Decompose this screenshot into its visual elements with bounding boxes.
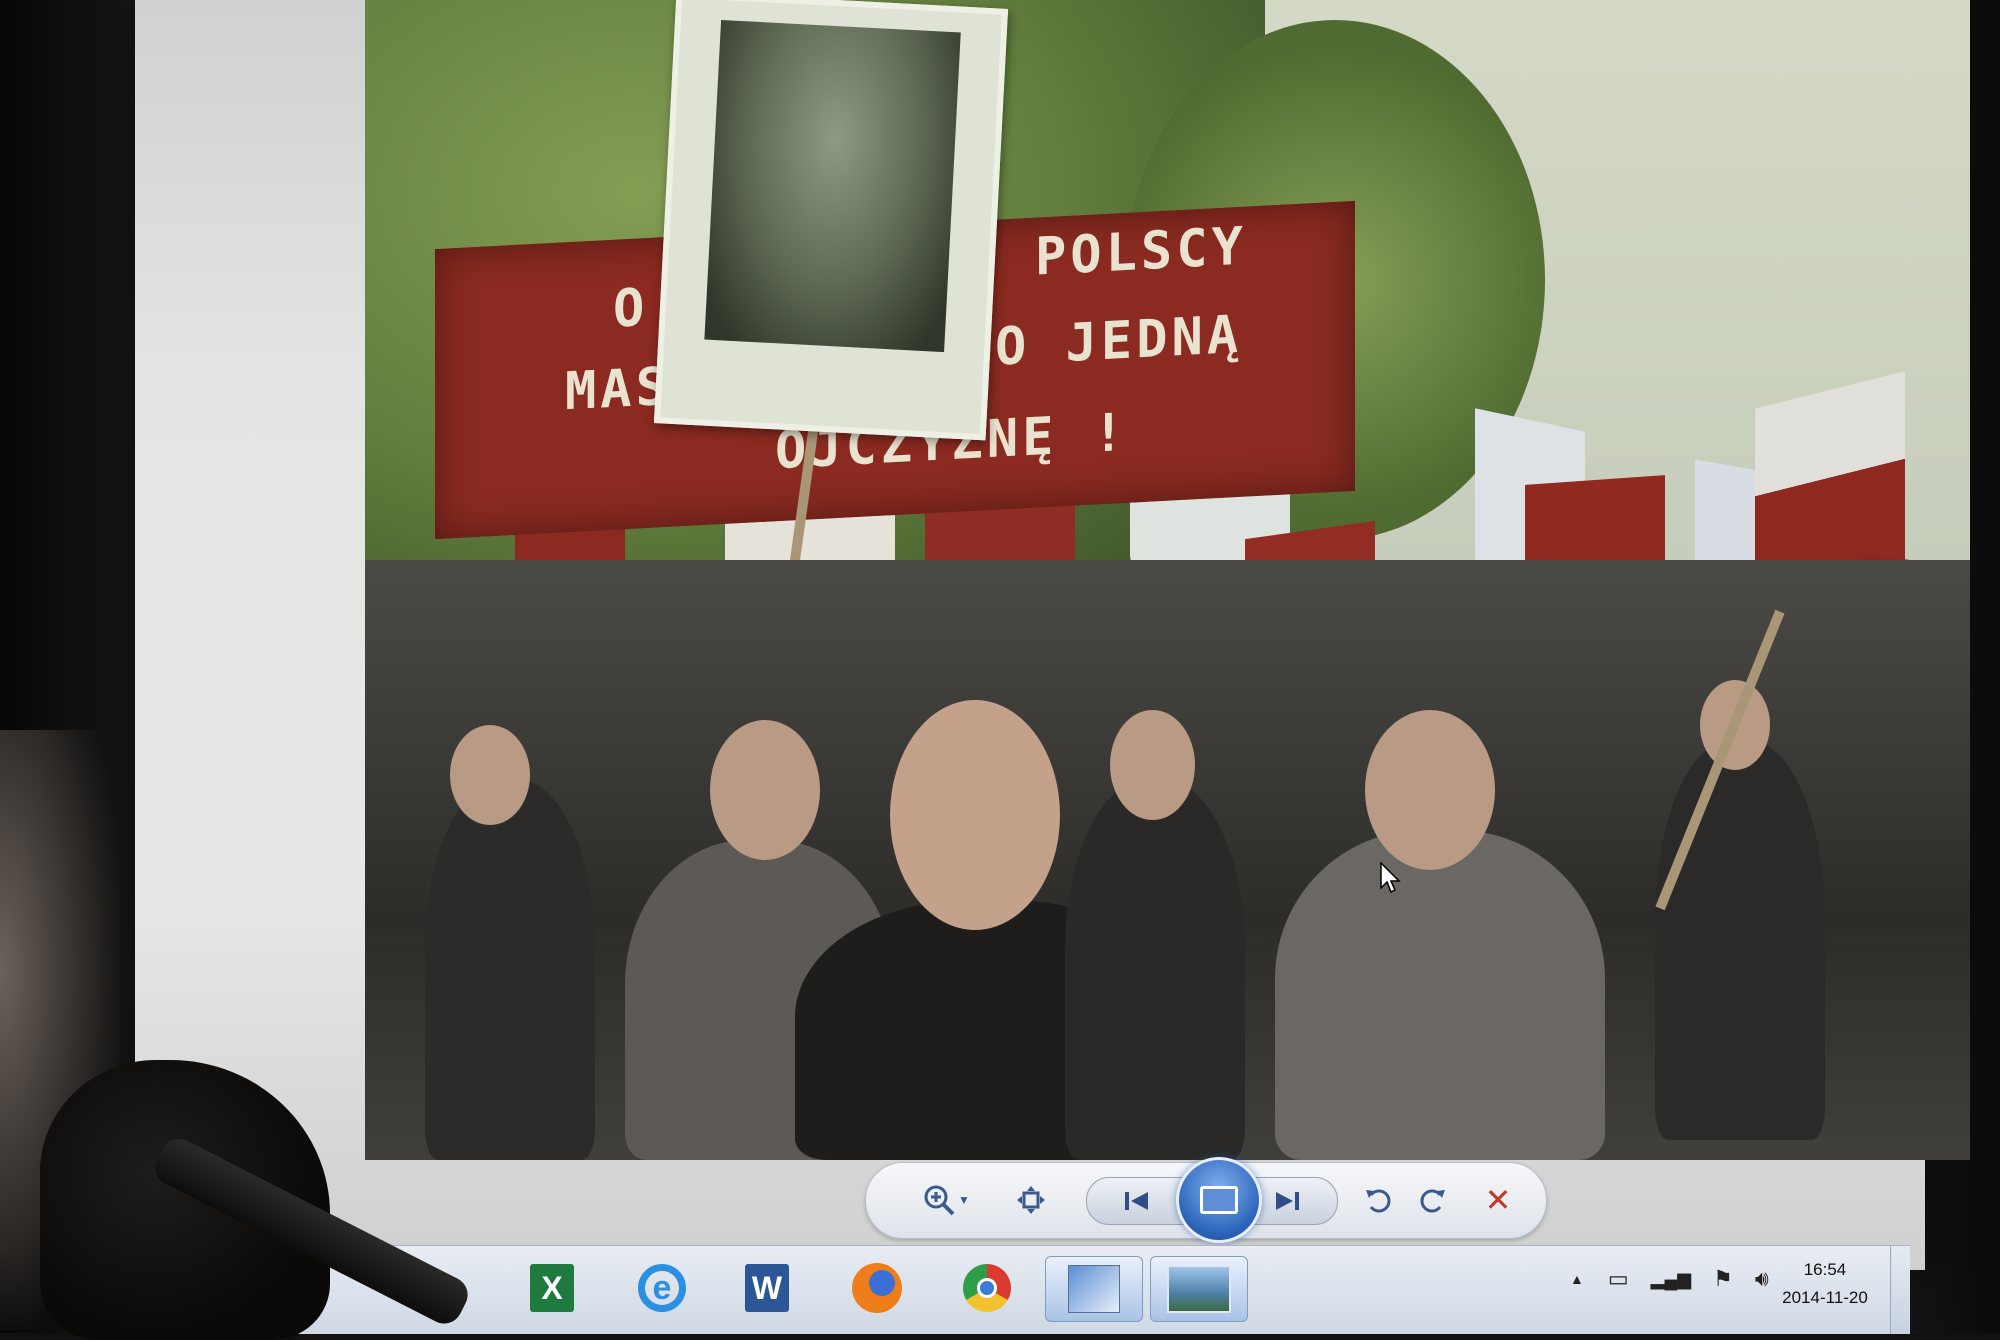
clock-time: 16:54 [1803,1260,1847,1279]
paint-icon [1068,1265,1120,1313]
banner-line2-right: O JEDNĄ [995,304,1243,378]
next-icon [1276,1192,1299,1210]
marcher-left [425,780,595,1160]
firefox-icon [852,1263,902,1313]
marcher-sunglasses-head [890,700,1060,930]
flag-icon[interactable]: ⚑ [1713,1266,1733,1292]
rotate-counterclockwise-icon [1366,1189,1391,1213]
internet-explorer-icon: e [638,1264,686,1312]
taskbar-firefox[interactable] [845,1256,909,1320]
actual-size-icon [1017,1186,1045,1214]
clock-date: 2014-11-20 [1782,1288,1868,1307]
delete-icon: ✕ [1484,1182,1512,1218]
previous-button[interactable] [1107,1180,1167,1222]
slideshow-button[interactable] [1176,1157,1262,1243]
taskbar-paint[interactable] [1045,1256,1143,1322]
taskbar-photo-viewer[interactable] [1150,1256,1248,1322]
banner-line1-right: POLSCY [1035,216,1247,288]
photo-viewer-toolbar: ▼ ✕ [865,1157,1547,1243]
marcher-flagbearer [1655,740,1825,1140]
rotate-clockwise-icon [1420,1189,1445,1213]
zoom-button[interactable]: ▼ [916,1179,976,1221]
photo-canvas: O POLSCY MASA O JEDNĄ OJCZYZNĘ ! [365,0,1970,1160]
portrait-face [704,19,961,353]
banner-line1-left: O [613,277,649,340]
actual-size-button[interactable] [1006,1179,1056,1221]
marcher-right-coat-head [1365,710,1495,870]
show-hidden-icons-icon[interactable]: ▲ [1570,1271,1584,1287]
slideshow-icon [1200,1186,1238,1214]
marcher-trenchcoat-head [710,720,820,860]
mouse-cursor-icon [1380,862,1401,894]
marcher-young [1065,780,1245,1160]
portrait-placard [653,0,1009,441]
excel-icon: X [530,1264,574,1312]
rotate-cw-button[interactable] [1411,1179,1455,1221]
taskbar-excel[interactable]: X [520,1256,584,1320]
marcher-left-head [450,725,530,825]
marcher-young-head [1110,710,1195,820]
taskbar-word[interactable]: W [735,1256,799,1320]
taskbar-chrome[interactable] [955,1256,1019,1320]
magnifier-plus-icon [924,1185,955,1216]
next-button[interactable] [1257,1180,1317,1222]
zoom-dropdown-icon: ▼ [958,1193,970,1207]
photo-viewer-icon [1167,1265,1231,1313]
previous-icon [1125,1192,1148,1210]
taskbar-internet-explorer[interactable]: e [630,1256,694,1320]
rotate-ccw-button[interactable] [1356,1179,1400,1221]
chrome-icon [963,1264,1011,1312]
show-desktop-button[interactable] [1890,1246,1909,1334]
taskbar-clock[interactable]: 16:54 2014-11-20 [1770,1256,1880,1312]
action-center-icon[interactable]: ▭ [1608,1266,1629,1292]
volume-icon[interactable]: 🔊︎ [1755,1266,1769,1292]
system-tray: ▲ ▭ ▂▄▆ ⚑ 🔊︎ [1570,1266,1769,1292]
network-icon[interactable]: ▂▄▆ [1651,1269,1691,1290]
word-icon: W [745,1264,789,1312]
windows-taskbar: X e W ▲ ▭ ▂▄▆ ⚑ 🔊︎ 16:54 2014-11-20 [290,1245,1910,1334]
marcher-right-coat [1275,830,1605,1160]
delete-button[interactable]: ✕ [1476,1179,1520,1221]
projection-screen: O POLSCY MASA O JEDNĄ OJCZYZNĘ ! ▼ ✕ [135,0,1970,1270]
